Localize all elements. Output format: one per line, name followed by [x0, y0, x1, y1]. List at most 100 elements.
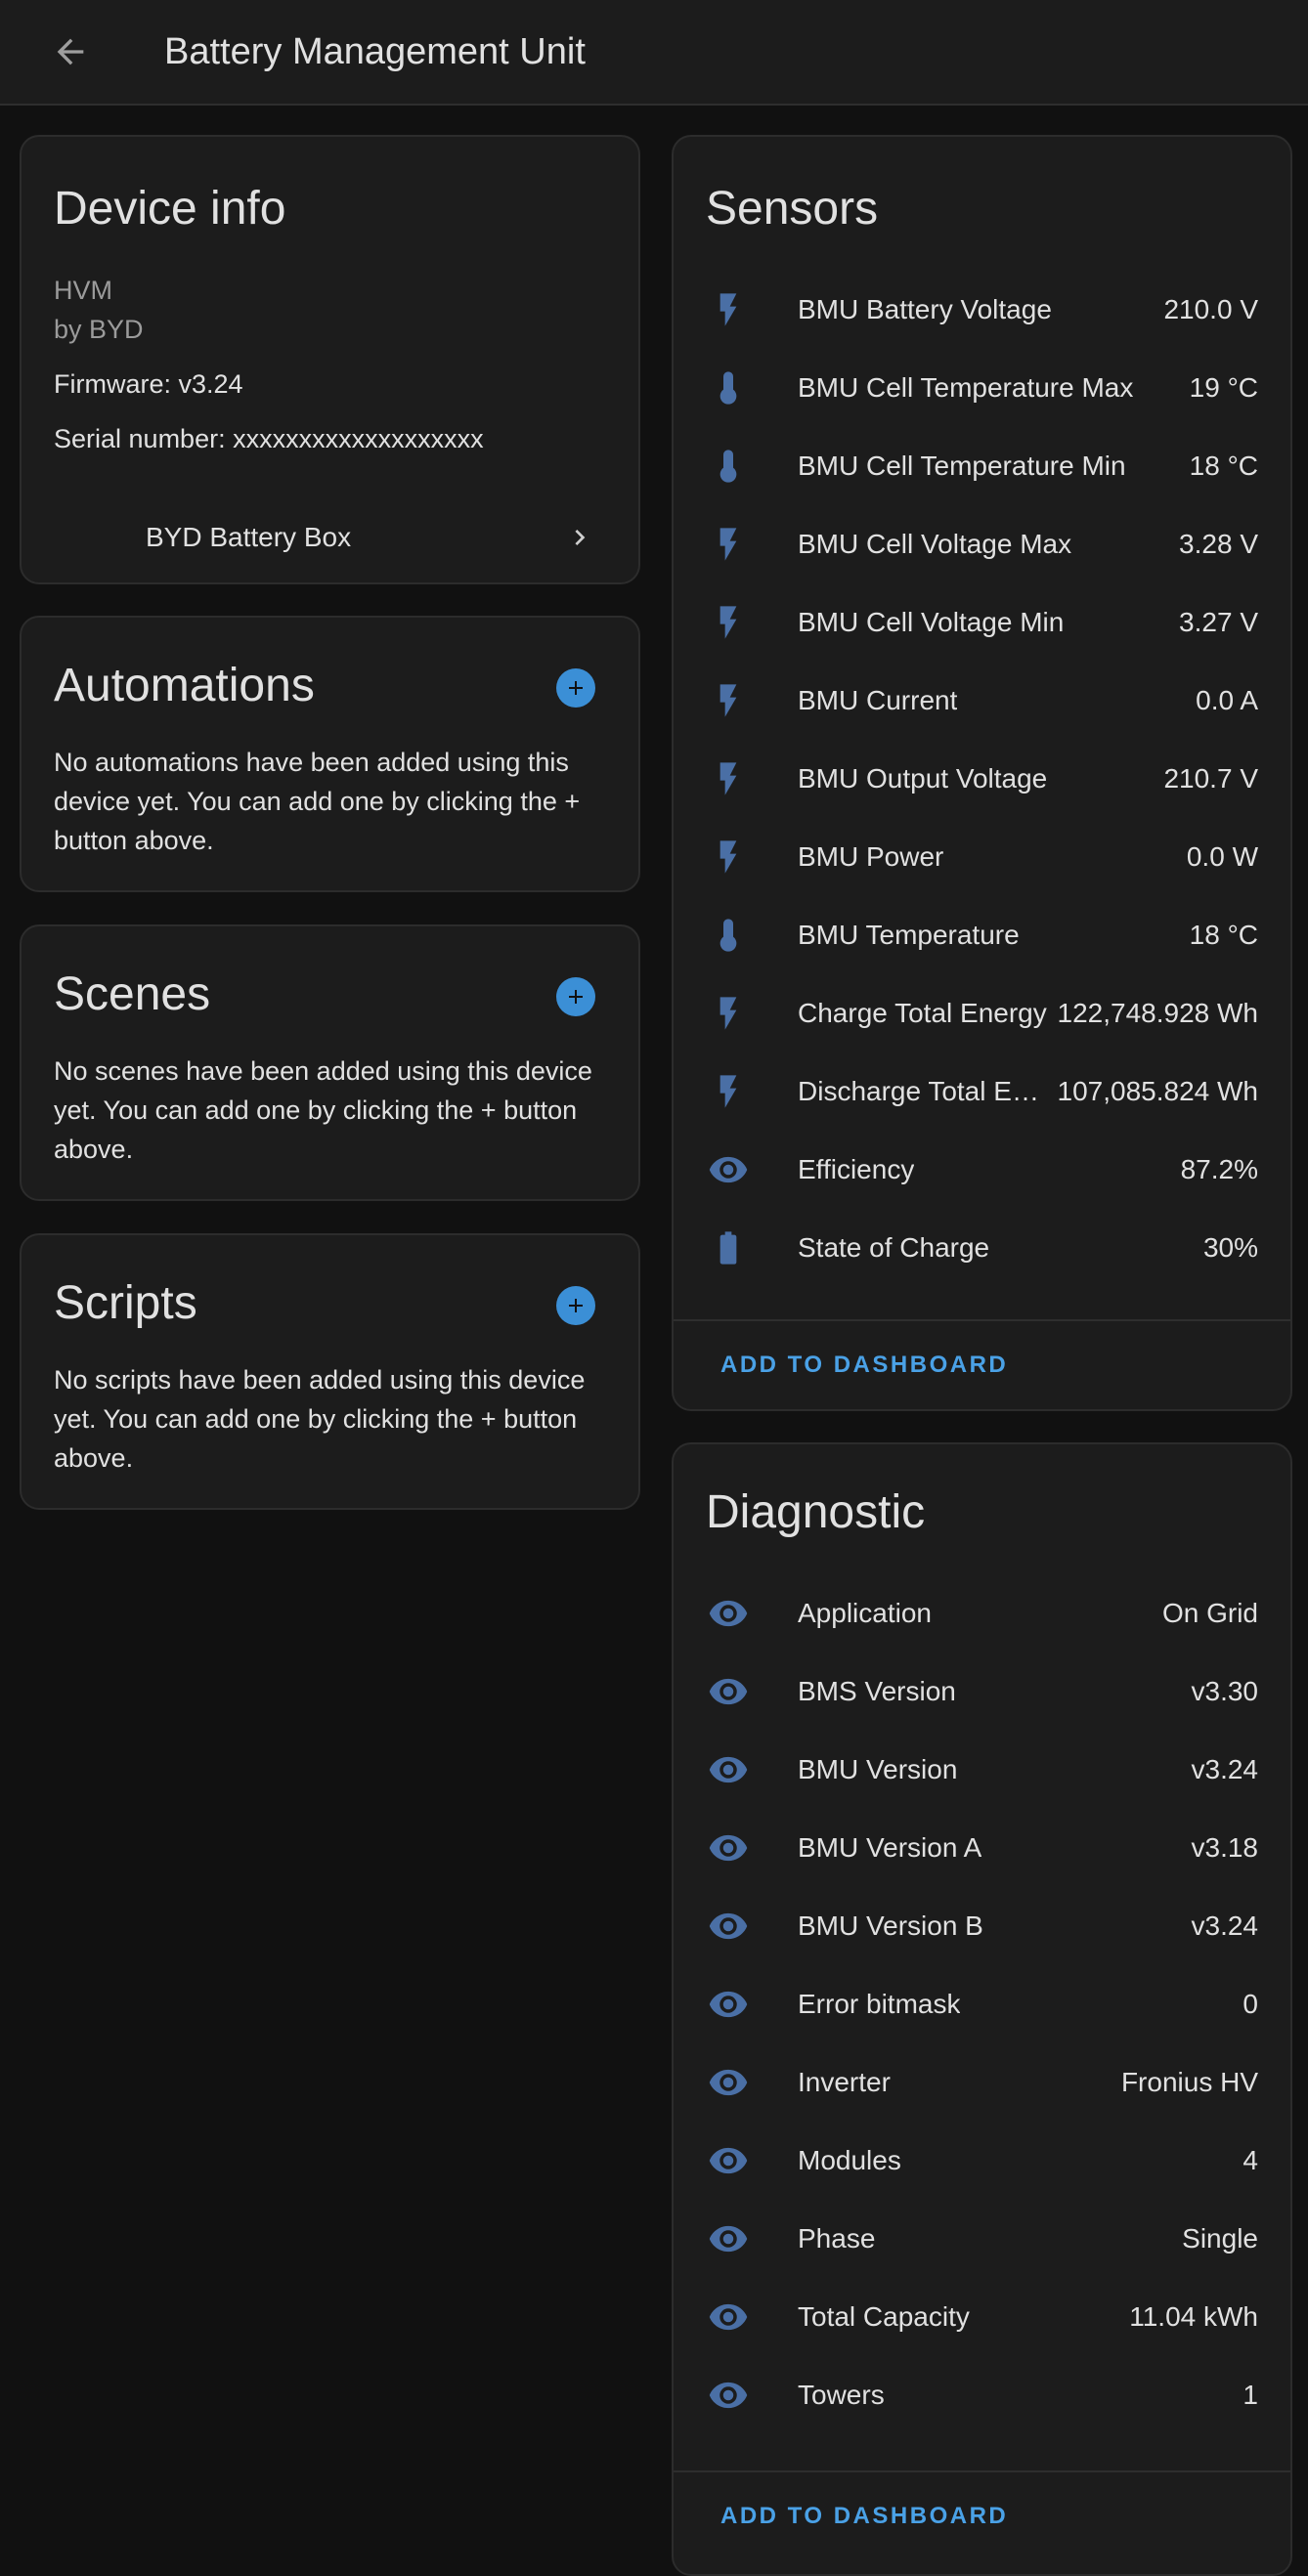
page-title: Battery Management Unit	[164, 30, 586, 72]
diagnostic-row[interactable]: Error bitmask 0	[674, 1965, 1290, 2043]
add-automation-button[interactable]	[556, 668, 595, 708]
diagnostic-value: v3.24	[1191, 1911, 1259, 1941]
sensors-divider	[674, 1319, 1290, 1321]
automations-card: Automations No automations have been add…	[20, 616, 640, 892]
eye-icon	[701, 1742, 756, 1797]
scenes-empty-text: No scenes have been added using this dev…	[54, 1056, 592, 1164]
diagnostic-name: BMS Version	[798, 1676, 956, 1706]
scripts-title: Scripts	[54, 1277, 197, 1329]
thermometer-icon	[701, 439, 756, 494]
eye-icon	[701, 1586, 756, 1641]
diagnostic-value: v3.24	[1191, 1754, 1259, 1784]
sensor-value: 210.0 V	[1163, 294, 1258, 324]
diagnostic-row[interactable]: Inverter Fronius HV	[674, 2043, 1290, 2122]
sensor-name: BMU Cell Voltage Max	[798, 529, 1072, 559]
diagnostic-value: 4	[1243, 2145, 1258, 2175]
sensor-value: 3.28 V	[1179, 529, 1258, 559]
sensor-row[interactable]: BMU Current 0.0 A	[674, 662, 1290, 740]
diagnostic-row[interactable]: BMU Version v3.24	[674, 1731, 1290, 1809]
device-info-card: Device info HVM by BYD Firmware: v3.24 S…	[20, 135, 640, 584]
flash-icon	[701, 1064, 756, 1119]
diagnostic-value: Single	[1182, 2223, 1258, 2254]
sensor-row[interactable]: BMU Cell Voltage Max 3.28 V	[674, 505, 1290, 583]
sensor-value: 107,085.824 Wh	[1057, 1076, 1259, 1106]
sensor-value: 30%	[1202, 1232, 1258, 1263]
diagnostic-name: Towers	[798, 2380, 885, 2410]
sensor-name: Efficiency	[798, 1154, 915, 1184]
sensor-row[interactable]: BMU Cell Voltage Min 3.27 V	[674, 583, 1290, 662]
diagnostic-value: On Grid	[1161, 1598, 1258, 1628]
sensor-row[interactable]: BMU Cell Temperature Min 18 °C	[674, 427, 1290, 505]
automations-title: Automations	[54, 660, 315, 711]
diagnostic-row[interactable]: Towers 1	[674, 2356, 1290, 2434]
scenes-card: Scenes No scenes have been added using t…	[20, 924, 640, 1201]
sensor-value: 0.0 A	[1196, 685, 1258, 715]
eye-icon	[701, 2290, 756, 2344]
sensor-name: BMU Output Voltage	[798, 763, 1048, 794]
sensor-row[interactable]: BMU Cell Temperature Max 19 °C	[674, 349, 1290, 427]
sensor-value: 3.27 V	[1179, 607, 1258, 637]
diagnostic-name: Phase	[798, 2223, 876, 2254]
device-model: HVM	[54, 276, 112, 305]
sensor-row[interactable]: BMU Power 0.0 W	[674, 818, 1290, 896]
diagnostic-row[interactable]: BMU Version A v3.18	[674, 1809, 1290, 1887]
flash-icon	[701, 830, 756, 884]
diagnostic-value: 1	[1243, 2380, 1258, 2410]
top-app-bar: Battery Management Unit	[0, 0, 1308, 106]
diagnostic-card: Diagnostic Application On Grid BMS Version…	[672, 1442, 1292, 2576]
sensor-name: BMU Temperature	[798, 920, 1020, 950]
flash-icon	[701, 517, 756, 572]
diagnostic-row[interactable]: Application On Grid	[674, 1574, 1290, 1653]
sensor-value: 87.2%	[1180, 1154, 1258, 1184]
eye-icon	[701, 1142, 756, 1197]
sensors-add-to-dashboard-button[interactable]: ADD TO DASHBOARD	[720, 1352, 1008, 1379]
plus-icon	[569, 990, 583, 1004]
diagnostic-row[interactable]: Modules 4	[674, 2122, 1290, 2200]
sensor-value: 18 °C	[1189, 920, 1258, 950]
sensor-name: BMU Cell Voltage Min	[798, 607, 1065, 637]
flash-icon	[701, 986, 756, 1041]
diagnostic-name: Application	[798, 1598, 932, 1628]
thermometer-icon	[701, 361, 756, 415]
sensor-row[interactable]: State of Charge 30%	[674, 1209, 1290, 1287]
sensors-title: Sensors	[706, 183, 879, 235]
sensor-row[interactable]: BMU Output Voltage 210.7 V	[674, 740, 1290, 818]
diagnostic-row[interactable]: BMU Version B v3.24	[674, 1887, 1290, 1965]
diagnostic-add-to-dashboard-button[interactable]: ADD TO DASHBOARD	[720, 2503, 1008, 2530]
diagnostic-name: BMU Version B	[798, 1911, 983, 1941]
chevron-right-icon	[575, 530, 586, 545]
add-script-button[interactable]	[556, 1286, 595, 1325]
scenes-title: Scenes	[54, 968, 211, 1020]
eye-icon	[701, 2368, 756, 2423]
flash-icon	[701, 282, 756, 337]
sensor-value: 210.7 V	[1163, 763, 1258, 794]
sensor-name: Discharge Total Energy	[798, 1076, 1047, 1106]
diagnostic-value: Fronius HV	[1120, 2067, 1258, 2097]
diagnostic-row[interactable]: Total Capacity 11.04 kWh	[674, 2278, 1290, 2356]
integration-link-label: BYD Battery Box	[146, 522, 352, 552]
integration-link[interactable]: BYD Battery Box	[22, 498, 638, 577]
sensor-name: BMU Cell Temperature Max	[798, 372, 1134, 403]
battery-icon	[701, 1221, 756, 1275]
flash-icon	[701, 595, 756, 650]
sensor-row[interactable]: Efficiency 87.2%	[674, 1131, 1290, 1209]
scripts-card: Scripts No scripts have been added using…	[20, 1233, 640, 1510]
sensor-row[interactable]: BMU Temperature 18 °C	[674, 896, 1290, 974]
sensor-name: BMU Cell Temperature Min	[798, 451, 1126, 481]
diagnostic-name: Error bitmask	[798, 1989, 961, 2019]
diagnostic-name: Inverter	[798, 2067, 891, 2097]
sensor-row[interactable]: BMU Battery Voltage 210.0 V	[674, 271, 1290, 349]
sensor-value: 122,748.928 Wh	[1057, 998, 1259, 1028]
eye-icon	[701, 1977, 756, 2032]
eye-icon	[701, 2133, 756, 2188]
scripts-empty-text: No scripts have been added using this de…	[54, 1365, 586, 1473]
diagnostic-row[interactable]: BMS Version v3.30	[674, 1653, 1290, 1731]
sensor-row[interactable]: Charge Total Energy 122,748.928 Wh	[674, 974, 1290, 1052]
sensor-row[interactable]: Discharge Total Energy 107,085.824 Wh	[674, 1052, 1290, 1131]
eye-icon	[701, 2211, 756, 2266]
diagnostic-row[interactable]: Phase Single	[674, 2200, 1290, 2278]
back-button[interactable]	[35, 17, 106, 87]
add-scene-button[interactable]	[556, 977, 595, 1016]
diagnostic-value: v3.30	[1191, 1676, 1259, 1706]
plus-icon	[569, 1299, 583, 1312]
